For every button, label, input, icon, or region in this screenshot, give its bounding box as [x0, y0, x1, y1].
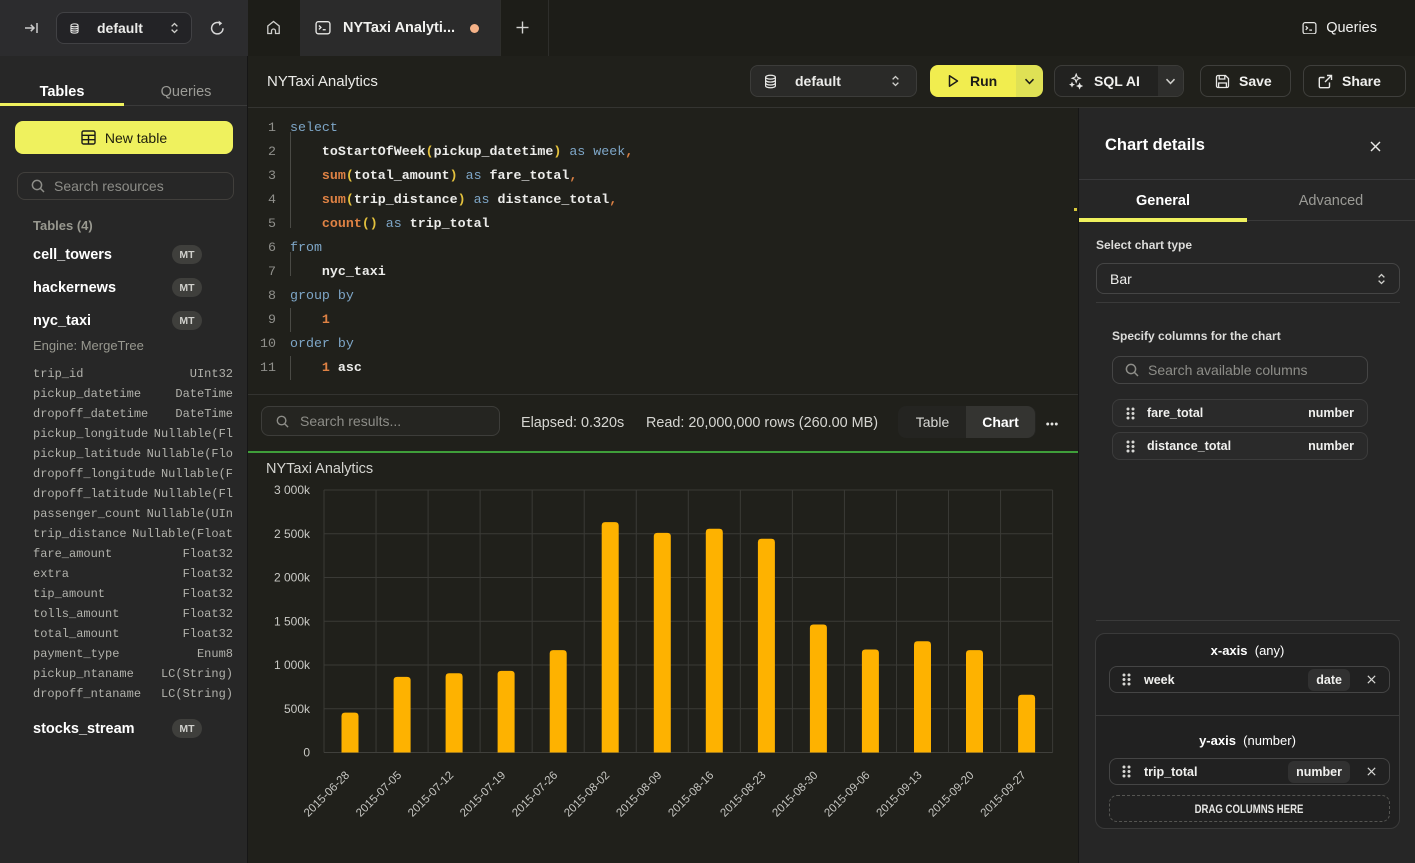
- svg-text:2015-07-19: 2015-07-19: [458, 769, 508, 819]
- svg-text:2015-09-06: 2015-09-06: [822, 769, 872, 819]
- svg-text:2015-07-12: 2015-07-12: [406, 769, 456, 819]
- svg-text:2015-09-13: 2015-09-13: [875, 769, 925, 819]
- svg-text:500k: 500k: [284, 702, 311, 716]
- svg-text:2 500k: 2 500k: [274, 527, 311, 541]
- svg-text:1 500k: 1 500k: [274, 614, 311, 628]
- svg-text:NYTaxi Analytics: NYTaxi Analytics: [266, 461, 373, 477]
- svg-text:2015-08-16: 2015-08-16: [666, 769, 716, 819]
- svg-text:0: 0: [303, 746, 310, 760]
- svg-text:2015-09-20: 2015-09-20: [927, 769, 977, 819]
- svg-text:2015-08-09: 2015-08-09: [614, 769, 664, 819]
- svg-text:2 000k: 2 000k: [274, 571, 311, 585]
- svg-text:1 000k: 1 000k: [274, 658, 311, 672]
- svg-text:2015-07-05: 2015-07-05: [354, 769, 404, 819]
- svg-text:3 000k: 3 000k: [274, 483, 311, 497]
- svg-text:2015-07-26: 2015-07-26: [510, 769, 560, 819]
- svg-text:2015-06-28: 2015-06-28: [302, 769, 352, 819]
- svg-text:2015-09-27: 2015-09-27: [979, 769, 1029, 819]
- svg-text:2015-08-02: 2015-08-02: [562, 769, 612, 819]
- svg-text:2015-08-23: 2015-08-23: [718, 769, 768, 819]
- svg-text:2015-08-30: 2015-08-30: [770, 769, 820, 819]
